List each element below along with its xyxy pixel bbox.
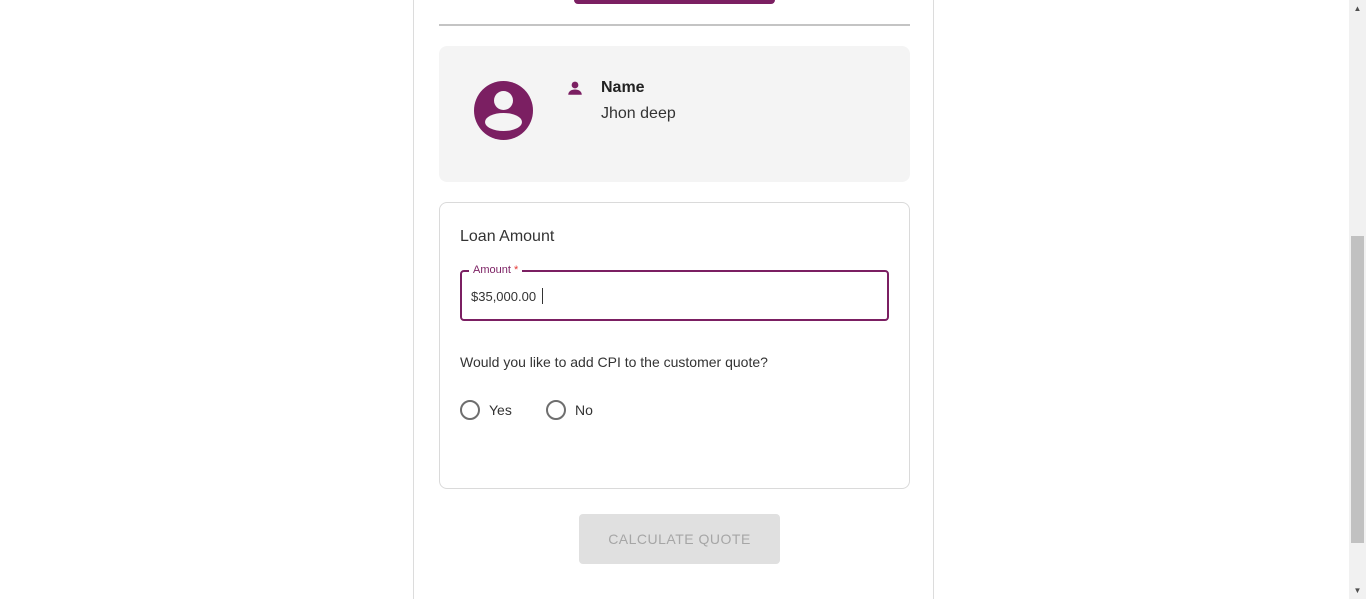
amount-field-label: Amount * [469, 264, 523, 277]
loan-amount-card: Loan Amount Amount * Would you like to a… [439, 202, 910, 489]
radio-button-icon[interactable] [546, 400, 566, 420]
divider [439, 24, 910, 26]
scrollbar[interactable]: ▲ ▼ [1349, 0, 1366, 599]
text-cursor [542, 288, 543, 304]
radio-button-icon[interactable] [460, 400, 480, 420]
scroll-up-arrow-icon[interactable]: ▲ [1349, 0, 1366, 17]
required-marker: * [513, 264, 519, 276]
account-circle-icon [474, 81, 533, 140]
profile-card: Name Jhon deep [439, 46, 910, 182]
calculate-quote-button[interactable]: CALCULATE QUOTE [579, 514, 780, 564]
cpi-radio-yes[interactable]: Yes [460, 400, 512, 420]
loan-amount-title: Loan Amount [460, 228, 555, 245]
cpi-question: Would you like to add CPI to the custome… [460, 354, 768, 370]
radio-label-no: No [575, 402, 593, 418]
name-label: Name [601, 79, 645, 96]
amount-input[interactable] [471, 289, 871, 304]
cpi-radio-no[interactable]: No [546, 400, 593, 420]
radio-label-yes: Yes [489, 402, 512, 418]
scrollbar-thumb[interactable] [1351, 236, 1364, 543]
name-value: Jhon deep [601, 105, 676, 122]
person-icon [568, 81, 582, 95]
top-button[interactable] [574, 0, 775, 4]
amount-field[interactable]: Amount * [460, 264, 889, 321]
scroll-down-arrow-icon[interactable]: ▼ [1349, 582, 1366, 599]
